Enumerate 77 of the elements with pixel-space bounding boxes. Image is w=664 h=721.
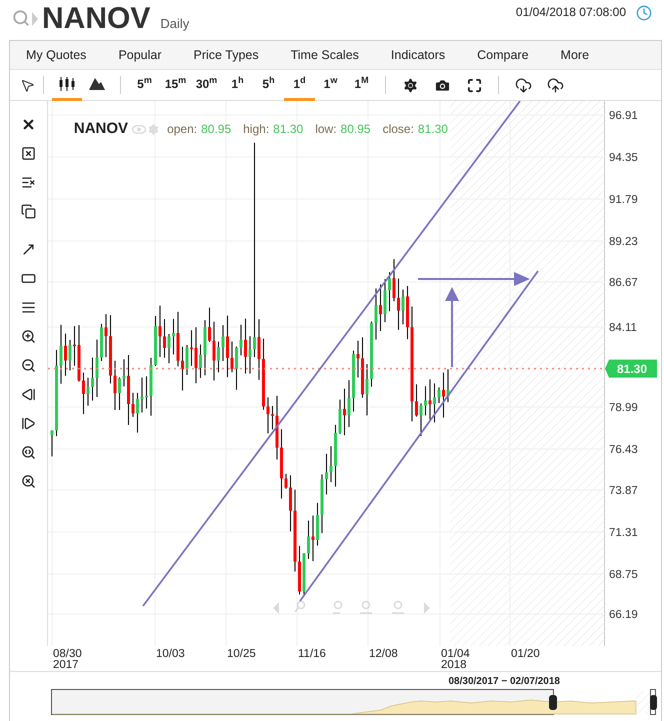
timeframe-button[interactable]: 1$^{w}$ — [315, 70, 346, 100]
date-label: 10/25 — [227, 648, 256, 660]
date-label: 12/08 — [369, 648, 398, 660]
menu-item[interactable]: Popular — [117, 46, 163, 64]
upper-channel-line[interactable] — [142, 101, 521, 607]
expand-icon — [466, 78, 482, 92]
zoom-out-icon — [20, 358, 36, 373]
timeframe-button[interactable]: 1$^{d}$ — [284, 70, 315, 100]
list-x-icon — [20, 175, 36, 190]
diagonal-arrow-icon — [20, 242, 36, 257]
candlestick-icon — [58, 76, 76, 90]
legend-label: close: — [382, 121, 414, 138]
price-label: 78.99 — [609, 402, 638, 414]
navigator-drawing[interactable] — [51, 689, 657, 717]
legend-symbol: NANOV — [74, 119, 128, 139]
menu-item[interactable]: More — [560, 46, 590, 64]
menu-item[interactable]: Indicators — [390, 46, 446, 64]
datetime-label: 01/04/2018 07:08:00 — [516, 4, 626, 21]
vertical-arrow[interactable] — [444, 287, 459, 367]
legend-value: 81.30 — [273, 121, 304, 138]
step-back-icon — [20, 387, 36, 402]
copy-icon — [20, 204, 36, 219]
date-label: 01/20 — [511, 648, 540, 660]
price-label: 86.67 — [609, 277, 638, 289]
step-forward-icon — [20, 416, 36, 431]
range-label: 08/30/2017 − 02/07/2018 — [448, 676, 560, 688]
pointer-icon[interactable] — [20, 78, 35, 92]
legend-value: 80.95 — [201, 121, 232, 138]
timeframe-button[interactable]: 5$^{h}$ — [253, 70, 284, 100]
cloud-download-icon — [514, 76, 532, 94]
menu-item[interactable]: My Quotes — [25, 46, 88, 64]
rectangle-icon — [20, 271, 36, 286]
price-label: 91.79 — [609, 194, 638, 206]
price-label: 96.91 — [609, 110, 638, 122]
lower-channel-line[interactable] — [299, 270, 539, 602]
menu-item[interactable]: Compare — [476, 46, 530, 64]
menu-item[interactable]: Price Types — [192, 46, 260, 64]
magnifier-code-icon — [20, 445, 36, 460]
price-label: 68.75 — [609, 569, 638, 581]
price-label: 84.11 — [609, 322, 638, 334]
year-label: 2017 — [53, 659, 79, 671]
close-icon — [20, 117, 36, 132]
legend-label: high: — [243, 121, 270, 138]
timeframe-button[interactable]: 1$^{M}$ — [346, 70, 377, 100]
symbol-title: NANOV — [42, 3, 150, 35]
magnifier-x-icon — [20, 474, 36, 489]
mountain-icon — [89, 77, 105, 90]
date-label: 01/04 — [441, 648, 470, 660]
price-label: 66.19 — [609, 609, 638, 621]
interval-label: Daily — [160, 14, 190, 33]
menu-item[interactable]: Time Scales — [290, 46, 360, 64]
price-label: 71.31 — [609, 527, 638, 539]
year-label: 2018 — [441, 659, 467, 671]
date-label: 10/03 — [156, 648, 185, 660]
timeframe-button[interactable]: 30$^{m}$ — [191, 70, 222, 100]
price-label: 94.35 — [609, 152, 638, 164]
zoom-in-icon — [20, 329, 36, 344]
last-price-tag: 81.30 — [605, 360, 658, 378]
legend-label: low: — [315, 121, 337, 138]
square-x-icon — [20, 146, 36, 161]
chevron-right-icon — [32, 12, 38, 26]
horizontal-arrow[interactable] — [418, 272, 530, 286]
timeframe-button[interactable]: 15$^{m}$ — [160, 70, 191, 100]
gear-icon — [402, 76, 418, 94]
price-label: 73.87 — [609, 485, 638, 497]
legend-value: 80.95 — [340, 121, 371, 138]
legend-value: 81.30 — [418, 121, 448, 138]
price-label: 89.23 — [609, 236, 638, 248]
timeframe-button[interactable]: 5$^{m}$ — [129, 70, 160, 100]
price-label: 76.43 — [609, 444, 638, 456]
date-label: 08/30 — [53, 648, 82, 660]
date-label: 11/16 — [298, 648, 326, 660]
timeframe-button[interactable]: 1$^{h}$ — [222, 70, 253, 100]
legend-label: open: — [167, 121, 198, 138]
cloud-upload-icon — [546, 76, 564, 94]
lines-icon — [20, 300, 36, 315]
clock-icon[interactable] — [636, 5, 652, 21]
